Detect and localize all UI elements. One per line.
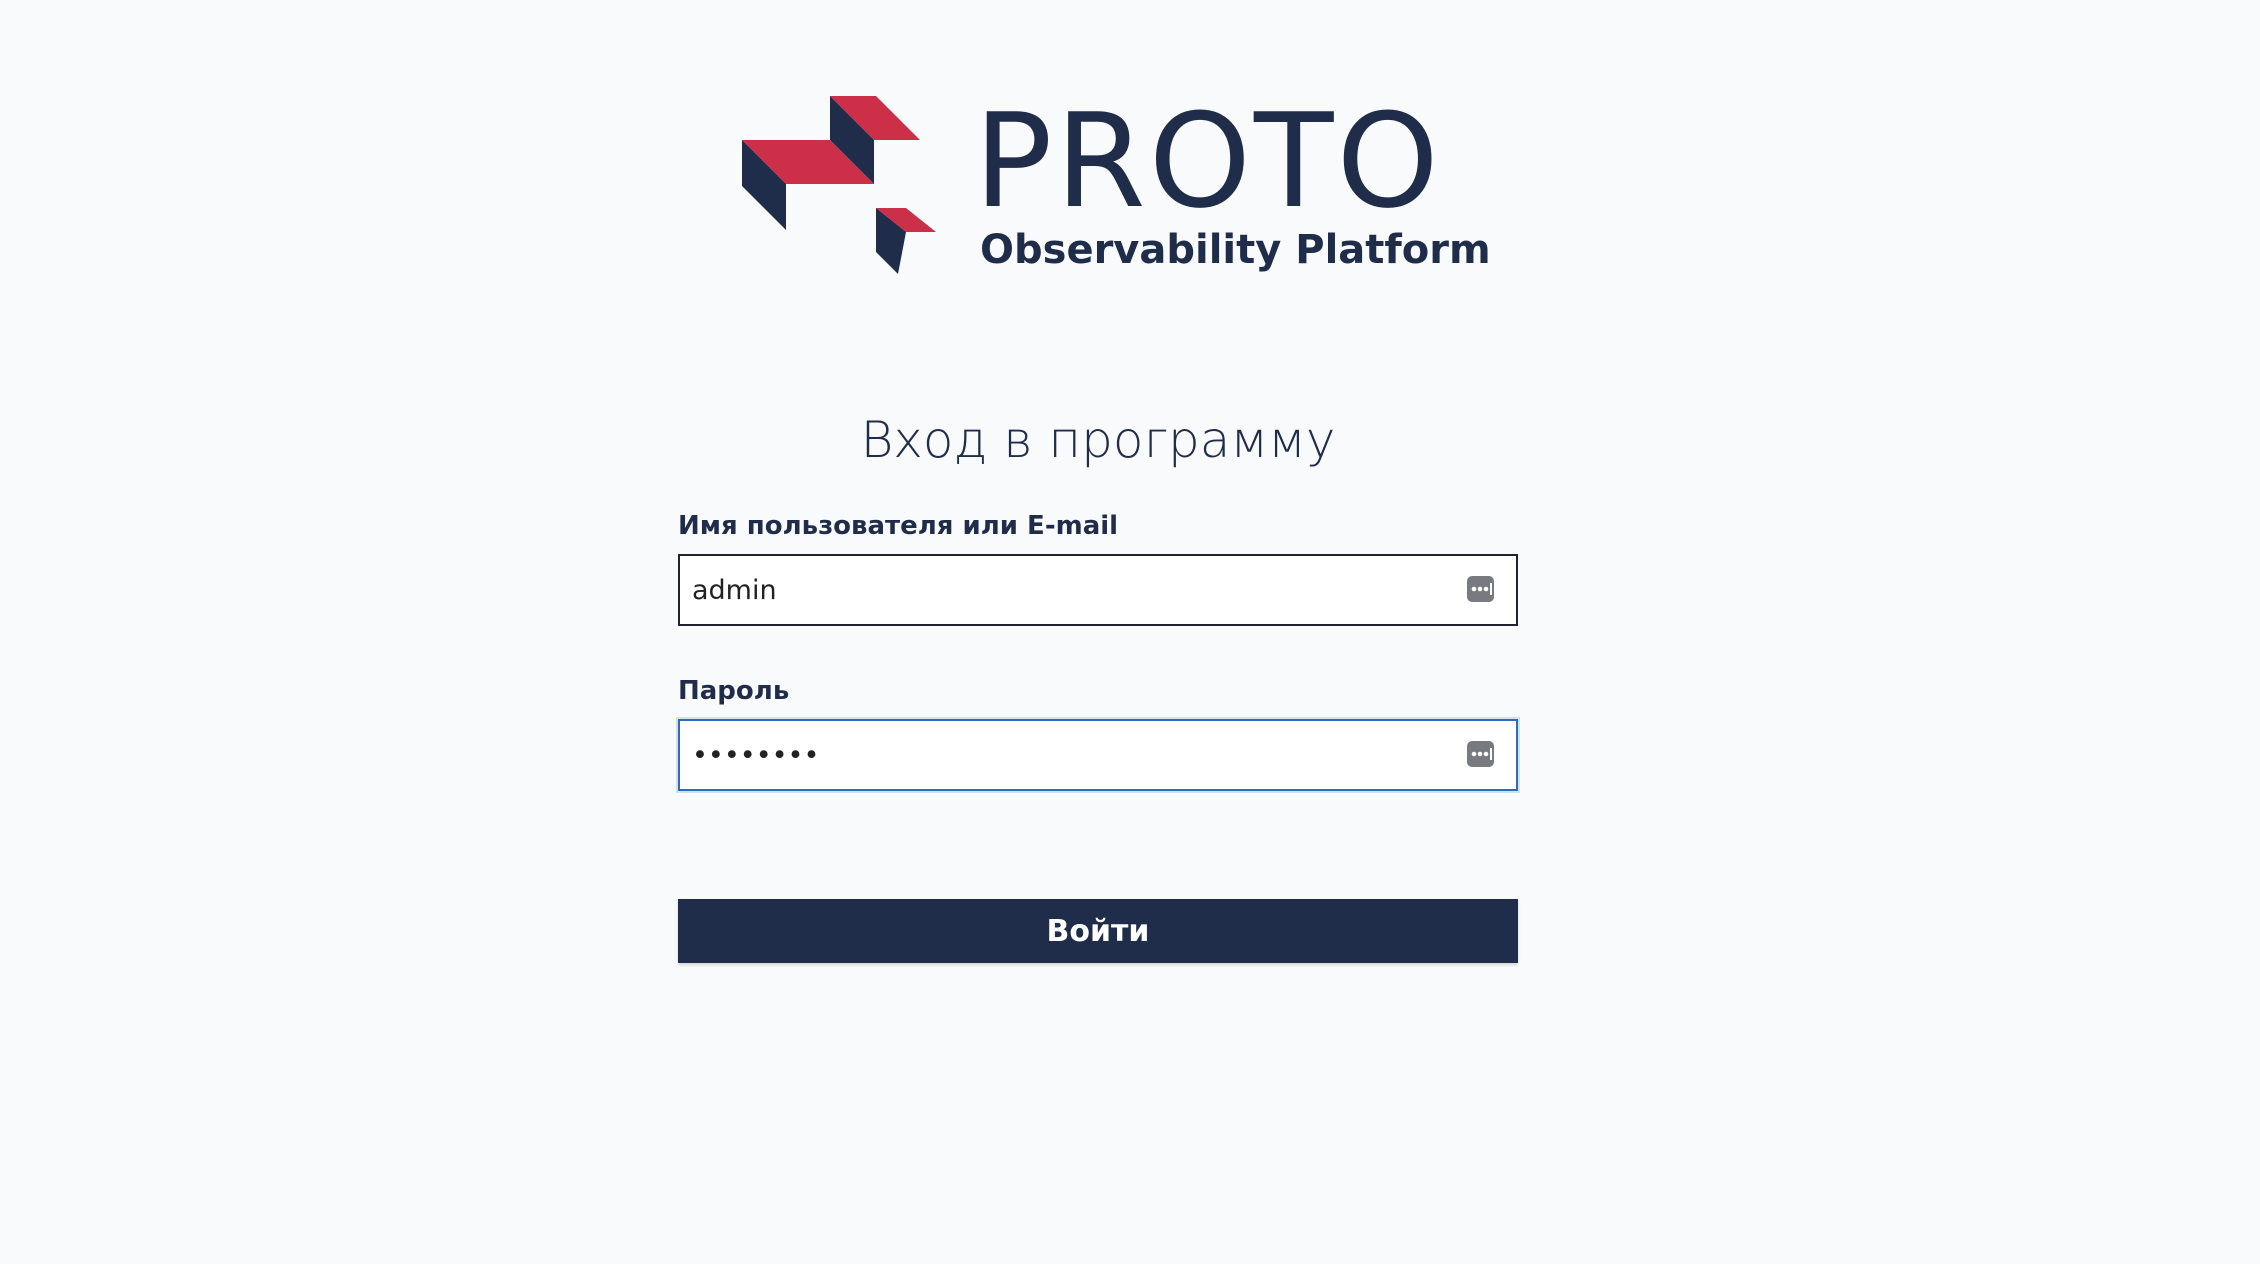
password-manager-icon[interactable] <box>1466 574 1496 604</box>
logo-wordmark: PROTO Observability Platform <box>974 85 1491 290</box>
brand-tagline: Observability Platform <box>980 227 1491 273</box>
username-label: Имя пользователя или E-mail <box>678 511 1119 541</box>
login-form: Вход в программу Имя пользователя или E-… <box>678 400 1518 963</box>
proto-logo: PROTO Observability Platform <box>740 90 1491 290</box>
username-input[interactable] <box>692 556 1452 624</box>
brand-name: PROTO <box>974 85 1442 237</box>
page-title: Вход в программу <box>860 411 1336 469</box>
password-manager-icon[interactable] <box>1466 739 1496 769</box>
password-label: Пароль <box>678 676 790 706</box>
password-field[interactable] <box>678 719 1518 791</box>
login-button[interactable]: Войти <box>678 899 1518 963</box>
password-input[interactable] <box>692 721 1452 789</box>
login-page: PROTO Observability Platform Вход в прог… <box>0 0 2260 1264</box>
username-field[interactable] <box>678 554 1518 626</box>
logo-mark-icon <box>742 96 936 274</box>
